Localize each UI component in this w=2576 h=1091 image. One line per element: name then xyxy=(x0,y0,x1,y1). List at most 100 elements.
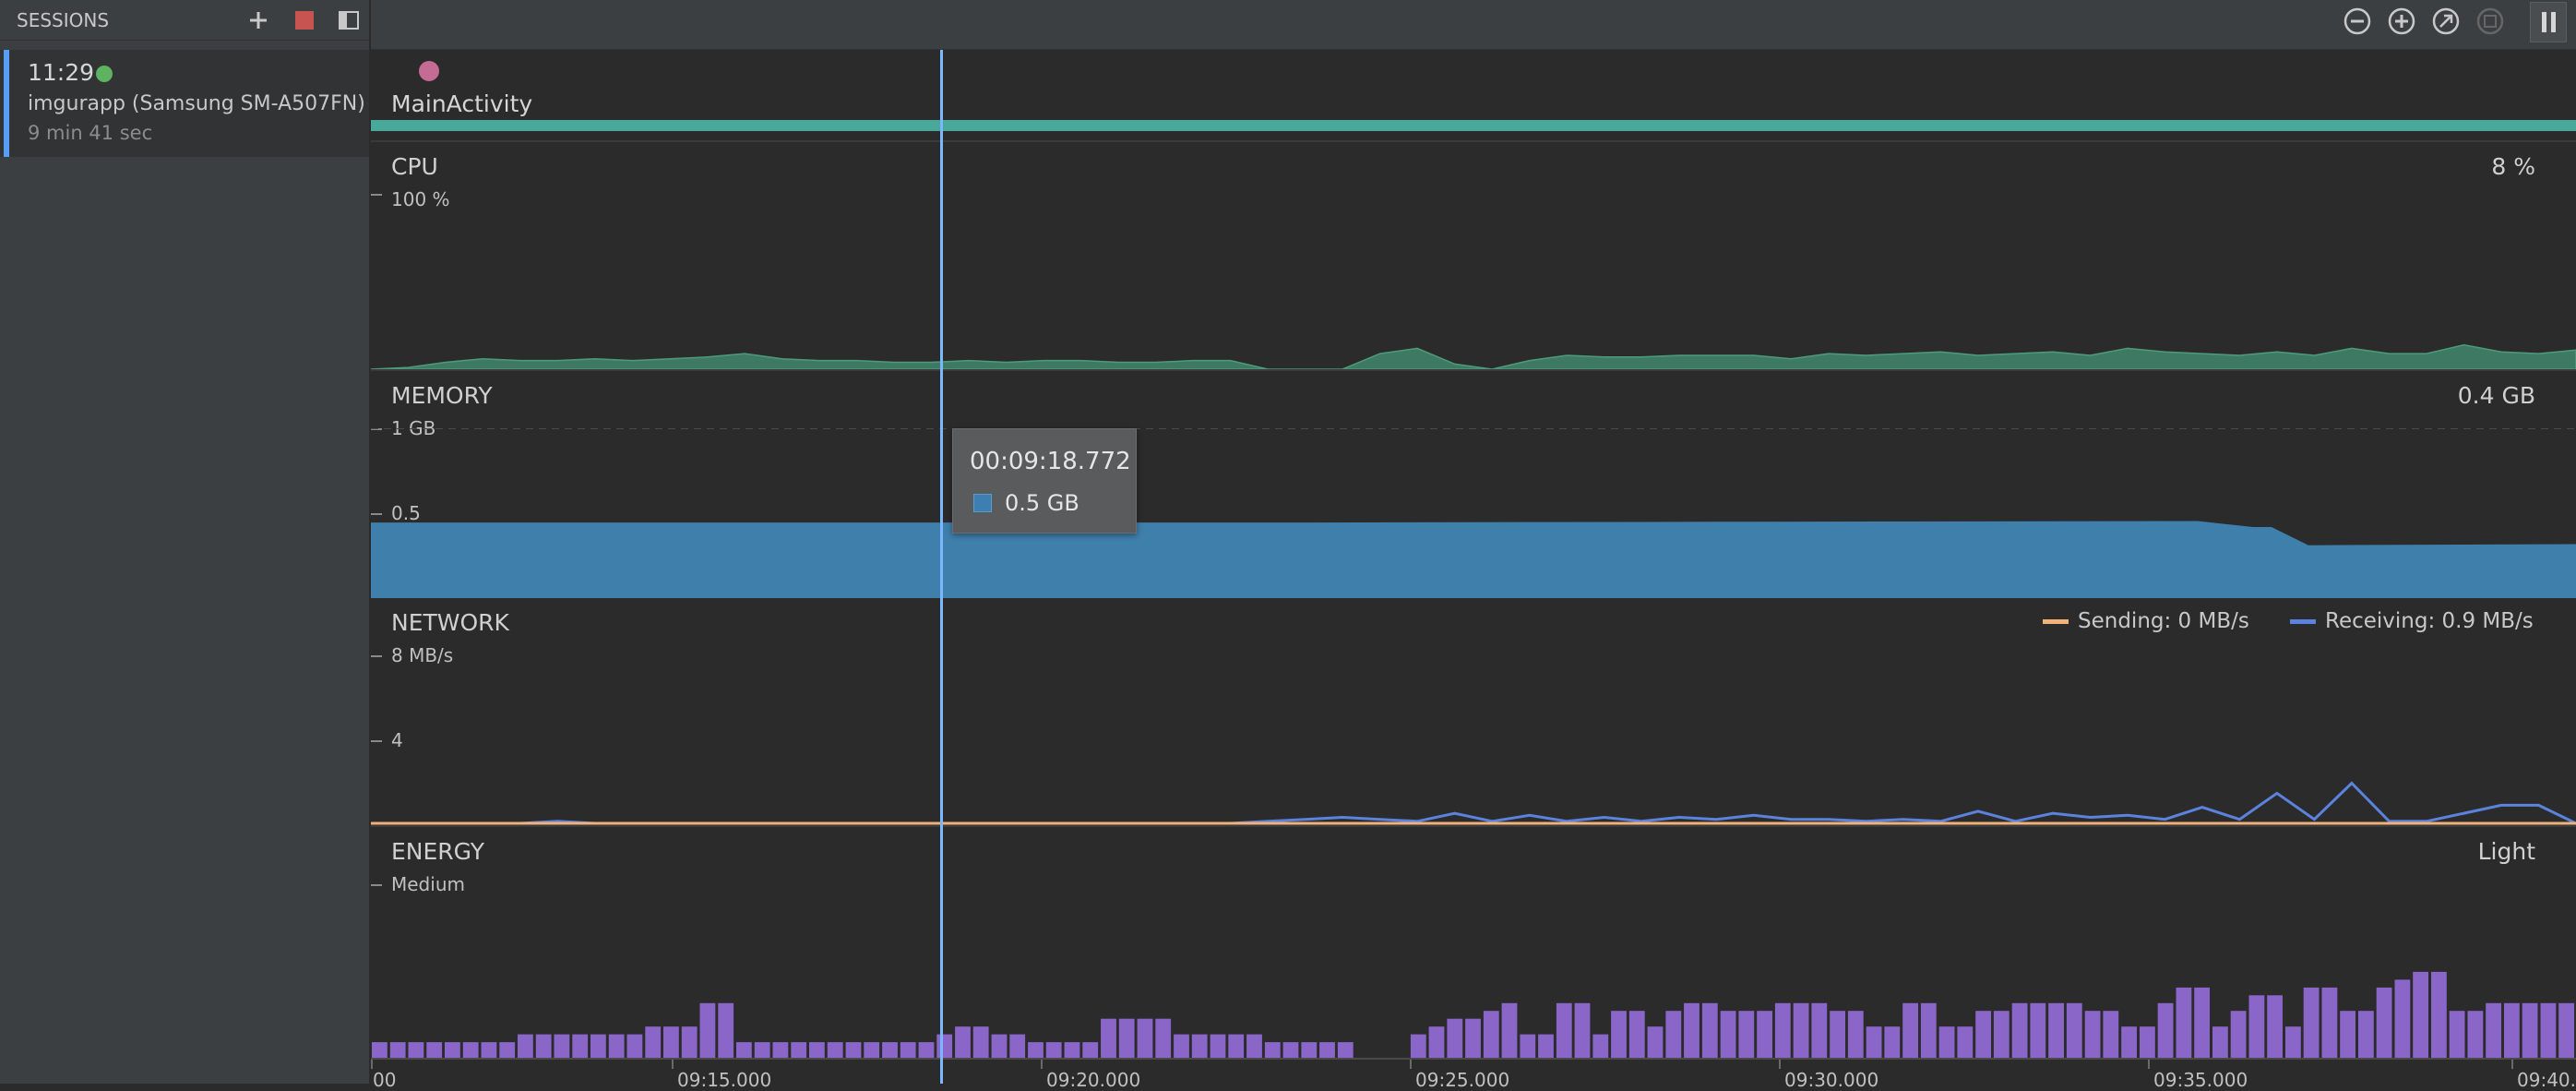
timeline-cursor[interactable] xyxy=(940,50,943,1084)
collapse-panel-icon[interactable] xyxy=(336,7,362,33)
energy-bar xyxy=(2176,987,2192,1058)
energy-bar xyxy=(518,1034,533,1058)
energy-bar xyxy=(1556,1002,1572,1058)
energy-bar xyxy=(1319,1042,1335,1058)
energy-bar xyxy=(699,1002,716,1058)
pause-button[interactable] xyxy=(2530,2,2567,42)
axis-tick xyxy=(2148,1060,2150,1069)
energy-bar xyxy=(809,1042,825,1058)
energy-bar xyxy=(1264,1042,1281,1058)
energy-bar xyxy=(2157,1002,2174,1058)
zoom-in-icon[interactable] xyxy=(2386,6,2417,37)
session-selected-indicator xyxy=(4,50,9,157)
energy-bar xyxy=(2467,1011,2484,1058)
energy-bar xyxy=(626,1034,643,1058)
energy-bar xyxy=(2230,1011,2247,1058)
axis-label: 09:35.000 xyxy=(2153,1069,2248,1091)
energy-bar xyxy=(1520,1034,1536,1058)
energy-bar xyxy=(1045,1042,1062,1058)
memory-chart xyxy=(371,428,2576,598)
energy-bar xyxy=(1884,1026,1901,1058)
network-chart xyxy=(371,781,2576,825)
energy-bar xyxy=(827,1042,843,1058)
energy-bar xyxy=(1082,1042,1099,1058)
energy-bar xyxy=(1538,1034,1554,1058)
energy-bar xyxy=(1647,1026,1664,1058)
energy-bar xyxy=(1337,1042,1354,1058)
legend-receiving: Receiving: 0.9 MB/s xyxy=(2290,609,2534,633)
time-axis: 00 09:15.000 09:20.000 09:25.000 09:30.000 09… xyxy=(371,1058,2576,1091)
energy-bar xyxy=(1101,1018,1116,1058)
cpu-lane[interactable]: CPU 8 % 100 % xyxy=(371,142,2576,371)
stop-icon[interactable] xyxy=(292,7,317,33)
zoom-out-icon[interactable] xyxy=(2342,6,2373,37)
axis-tick xyxy=(1410,1060,1412,1069)
energy-bar xyxy=(1501,1002,1518,1058)
energy-bar xyxy=(1465,1018,1481,1058)
energy-lane[interactable]: ENERGY Light Medium xyxy=(371,827,2576,1058)
activity-bar[interactable] xyxy=(371,120,2576,131)
cpu-title: CPU xyxy=(391,153,438,180)
cpu-chart xyxy=(371,343,2576,369)
energy-bar xyxy=(1064,1042,1080,1058)
energy-bar xyxy=(1938,1026,1955,1058)
energy-bar xyxy=(1009,1034,1026,1058)
axis-tick xyxy=(672,1060,674,1069)
reset-zoom-icon[interactable] xyxy=(2430,6,2462,37)
energy-bar xyxy=(1137,1018,1153,1058)
cpu-value: 8 % xyxy=(2491,153,2535,180)
energy-chart xyxy=(372,971,2574,1058)
memory-value: 0.4 GB xyxy=(2457,382,2535,409)
energy-bar xyxy=(408,1042,424,1058)
energy-bar xyxy=(1228,1034,1245,1058)
energy-bar xyxy=(663,1026,679,1058)
sessions-title: SESSIONS xyxy=(17,9,110,31)
energy-bar xyxy=(2321,987,2338,1058)
energy-bar xyxy=(2212,1026,2228,1058)
energy-bar xyxy=(1628,1011,1645,1058)
energy-bar xyxy=(1447,1018,1463,1058)
activity-label: MainActivity xyxy=(391,90,533,117)
tooltip-swatch xyxy=(973,494,992,512)
session-item[interactable]: 11:29 imgurapp (Samsung SM-A507FN) 9 min… xyxy=(0,50,369,157)
energy-bar xyxy=(1811,1002,1828,1058)
energy-bar xyxy=(1592,1034,1609,1058)
energy-bar xyxy=(2267,995,2283,1058)
legend-receiving-swatch xyxy=(2290,619,2316,624)
energy-bar xyxy=(991,1034,1008,1058)
energy-bar xyxy=(462,1042,479,1058)
profiler-toolbar xyxy=(371,0,2576,50)
legend-receiving-label: Receiving: 0.9 MB/s xyxy=(2325,609,2534,633)
energy-bar xyxy=(2394,979,2411,1058)
energy-bar xyxy=(1301,1042,1318,1058)
energy-bar xyxy=(445,1042,460,1058)
energy-bar xyxy=(2486,1002,2501,1058)
energy-bar xyxy=(1574,1002,1591,1058)
energy-bar xyxy=(608,1034,625,1058)
energy-bar xyxy=(1191,1034,1208,1058)
energy-bar xyxy=(918,1042,935,1058)
energy-bar xyxy=(1774,1002,1791,1058)
axis-label: 09:40.0 xyxy=(2517,1069,2576,1091)
energy-bar xyxy=(681,1026,698,1058)
network-receiving-line xyxy=(371,781,2576,825)
memory-lane[interactable]: MEMORY 0.4 GB 1 GB 0.5 xyxy=(371,371,2576,598)
energy-bar xyxy=(554,1034,570,1058)
zoom-to-selection-icon[interactable] xyxy=(2475,6,2506,37)
energy-bar xyxy=(718,1002,734,1058)
energy-bar xyxy=(882,1042,898,1058)
energy-bar xyxy=(2540,1002,2557,1058)
axis-label: 00 xyxy=(373,1069,397,1091)
energy-bar xyxy=(2413,971,2428,1058)
axis-tick xyxy=(2511,1060,2513,1069)
session-duration: 9 min 41 sec xyxy=(28,122,153,144)
energy-bar xyxy=(1410,1034,1426,1058)
energy-bar xyxy=(900,1042,916,1058)
add-icon[interactable] xyxy=(245,7,271,33)
energy-bar xyxy=(2066,1002,2082,1058)
energy-bar xyxy=(2431,971,2447,1058)
energy-bar xyxy=(864,1042,880,1058)
event-marker[interactable] xyxy=(419,61,439,81)
energy-bar xyxy=(1210,1034,1226,1058)
energy-bar xyxy=(2522,1002,2538,1058)
